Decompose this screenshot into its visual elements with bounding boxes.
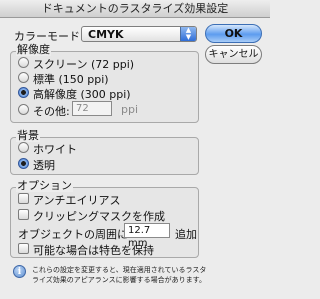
radio-transparent-label: 透明	[33, 159, 55, 172]
radio-high-resolution[interactable]	[18, 87, 29, 98]
ok-button[interactable]: OK	[205, 24, 262, 43]
cancel-button[interactable]: キャンセル	[205, 45, 262, 64]
other-resolution-field[interactable]: 72	[72, 101, 112, 116]
radio-standard-label: 標準 (150 ppi)	[33, 73, 109, 86]
radio-white-label: ホワイト	[33, 143, 77, 156]
info-note-line-2: ライズ効果のアピアランスに影響する場合があります。	[32, 276, 206, 284]
clipping-mask-checkbox[interactable]	[18, 209, 29, 220]
radio-screen-label: スクリーン (72 ppi)	[33, 58, 135, 71]
radio-other-label: その他:	[33, 105, 70, 118]
around-object-suffix: 追加	[175, 228, 197, 241]
radio-white[interactable]	[18, 142, 29, 153]
radio-standard[interactable]	[18, 72, 29, 83]
options-group-title: オプション	[16, 179, 73, 192]
around-object-field[interactable]: 12.7 mm	[124, 223, 170, 249]
window-title: ドキュメントのラスタライズ効果設定	[0, 0, 270, 18]
radio-other[interactable]	[18, 104, 29, 115]
spot-colors-checkbox[interactable]	[18, 243, 29, 254]
color-mode-value: CMYK	[88, 28, 124, 41]
info-note-line-1: これらの設定を変更すると、現在適用されているラスタ	[32, 266, 207, 274]
spot-colors-label: 可能な場合は特色を保持	[33, 244, 154, 257]
clipping-mask-label: クリッピングマスクを作成	[33, 210, 165, 223]
antialias-label: アンチエイリアス	[33, 194, 121, 207]
ppi-unit-label: ppi	[121, 103, 139, 116]
info-note: これらの設定を変更すると、現在適用されているラスタ ライズ効果のアピアランスに影…	[32, 265, 252, 285]
radio-high-resolution-label: 高解像度 (300 ppi)	[33, 88, 131, 101]
color-mode-select[interactable]: CMYK ▲ ▼	[81, 26, 197, 42]
color-mode-label: カラーモード:	[14, 30, 84, 43]
radio-screen[interactable]	[18, 57, 29, 68]
chevron-updown-icon: ▲ ▼	[180, 27, 196, 41]
around-object-label: オブジェクトの周囲に	[18, 228, 128, 241]
radio-transparent[interactable]	[18, 158, 29, 169]
resolution-group-title: 解像度	[16, 43, 51, 56]
info-icon: i	[13, 265, 26, 278]
antialias-checkbox[interactable]	[18, 193, 29, 204]
